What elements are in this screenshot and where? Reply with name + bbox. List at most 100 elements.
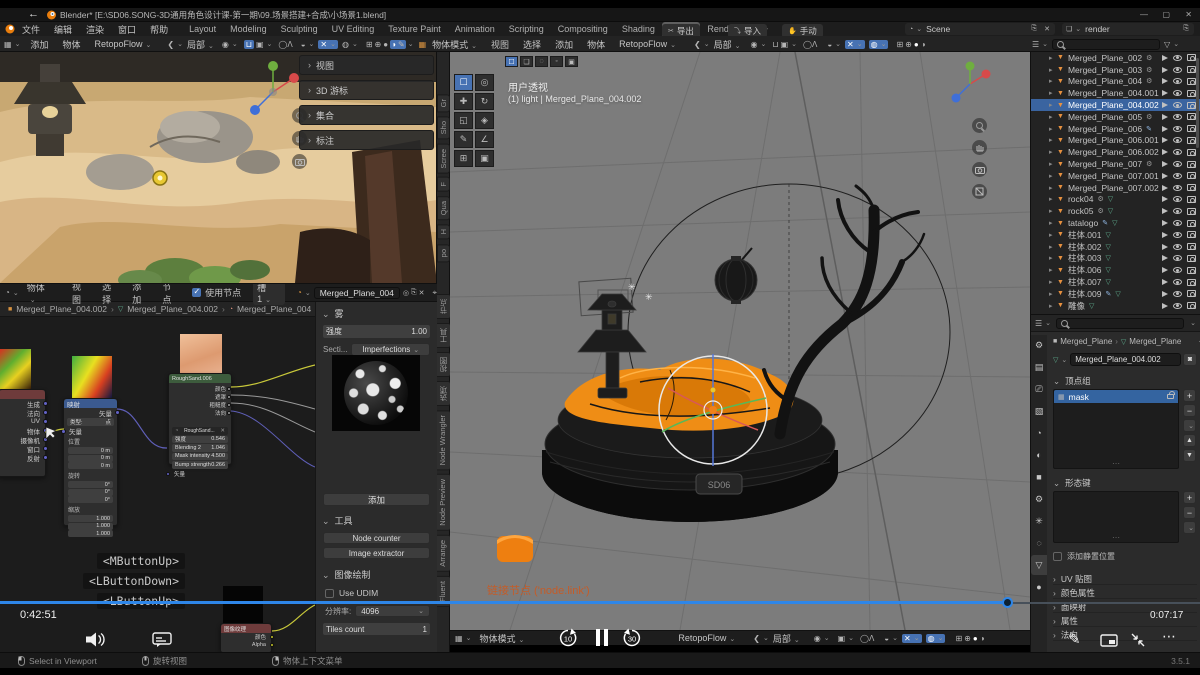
outliner-search-input[interactable] xyxy=(1052,39,1160,50)
main-3d-viewport[interactable]: ✳✳ SD06 xyxy=(450,52,1030,630)
window-maximize-button[interactable]: ▢ xyxy=(1162,10,1170,19)
material-name-field[interactable]: Merged_Plane_004 xyxy=(314,287,400,299)
shader-sidebar-tab[interactable]: 选项 xyxy=(436,381,451,406)
sidebar-section[interactable]: 视图 xyxy=(299,55,434,75)
mapping-type-dropdown[interactable]: 类型:点 xyxy=(67,418,114,426)
render-visibility-icon[interactable] xyxy=(1187,54,1196,61)
data-name-field[interactable]: Merged_Plane_004.002 xyxy=(1070,353,1181,366)
add-vertex-group-button[interactable]: + xyxy=(1183,389,1196,402)
retopoflow-menu[interactable]: RetopoFlow xyxy=(674,632,739,644)
blender-logo-icon[interactable] xyxy=(4,24,16,34)
expand-icon[interactable]: ▸ xyxy=(1049,302,1057,310)
annotate-tool[interactable]: ✎ xyxy=(454,131,473,148)
player-back-icon[interactable]: ← xyxy=(28,8,39,20)
add-shape-key-button[interactable]: + xyxy=(1183,491,1196,504)
selectable-icon[interactable] xyxy=(1162,279,1168,285)
expand-icon[interactable]: ▸ xyxy=(1049,266,1057,274)
skip-forward-icon[interactable]: 30 xyxy=(622,628,642,648)
overlays-toggle-icon[interactable]: ◍ xyxy=(342,40,358,49)
resize-handle[interactable]: ⋯ xyxy=(1112,459,1120,468)
resolution-dropdown[interactable]: 4096 xyxy=(355,605,430,617)
visibility-icon[interactable] xyxy=(1173,232,1182,238)
mapping-value-row[interactable]: 位置 xyxy=(64,436,117,447)
visibility-icon[interactable] xyxy=(1173,55,1182,61)
shader-type-dropdown[interactable]: 物体 xyxy=(23,283,56,305)
visibility-icon[interactable] xyxy=(1173,67,1182,73)
outliner-row[interactable]: ▸ ▼ Merged_Plane_003 ⚙ ✎ ▽ xyxy=(1031,64,1200,76)
node-input[interactable]: 矢量 xyxy=(64,427,117,436)
selectable-icon[interactable] xyxy=(1162,161,1168,167)
captions-icon[interactable] xyxy=(152,632,172,647)
shader-sidebar-tab[interactable]: Node Preview xyxy=(436,474,451,531)
selectable-icon[interactable] xyxy=(1162,208,1168,214)
outliner-row[interactable]: ▸ ▼ 柱体.002 ⚙ ✎ ▽ xyxy=(1031,241,1200,253)
outliner-row[interactable]: ▸ ▼ 柱体.001 ⚙ ✎ ▽ xyxy=(1031,229,1200,241)
outliner-row[interactable]: ▸ ▼ 柱体.003 ⚙ ✎ ▽ xyxy=(1031,253,1200,265)
mapping-value-row[interactable]: 0° xyxy=(68,489,113,496)
measure-tool[interactable]: ∠ xyxy=(475,131,494,148)
skip-back-icon[interactable]: 10 xyxy=(558,628,578,648)
shader-sidebar-tab[interactable]: 工具 xyxy=(436,323,451,348)
mode-dropdown[interactable]: 物体模式 xyxy=(475,631,528,646)
scene-selector[interactable]: ◔ Scene ⎘ ✕ xyxy=(905,23,1055,35)
image-extractor-button[interactable]: Image extractor xyxy=(323,547,430,559)
overlays-toggle-icon[interactable]: ◍ xyxy=(926,634,946,643)
outliner-row[interactable]: ▸ ▼ Merged_Plane_002 ⚙ ✎ ▽ xyxy=(1031,52,1200,64)
shader-sidebar-tab[interactable]: 视图 xyxy=(436,352,451,377)
render-visibility-icon[interactable] xyxy=(1187,208,1196,215)
outliner-scrollbar[interactable] xyxy=(1196,58,1199,148)
rest-position-checkbox[interactable] xyxy=(1053,552,1062,561)
render-visibility-icon[interactable] xyxy=(1187,149,1196,156)
render-visibility-icon[interactable] xyxy=(1187,161,1196,168)
transform-orientation-icon[interactable]: ❮ xyxy=(167,40,183,49)
selectable-icon[interactable] xyxy=(1162,196,1168,202)
shrink-icon[interactable] xyxy=(1130,632,1146,648)
mapping-value-row[interactable]: 0° xyxy=(68,481,113,488)
image-texture-node[interactable]: 图像纹理 颜色Alpha xyxy=(220,623,272,652)
selectable-icon[interactable] xyxy=(1162,78,1168,84)
expand-icon[interactable]: ▸ xyxy=(1049,231,1057,239)
volume-icon[interactable] xyxy=(84,631,106,648)
expand-icon[interactable]: ▸ xyxy=(1049,172,1057,180)
render-visibility-icon[interactable] xyxy=(1187,243,1196,250)
visibility-icon[interactable] xyxy=(1173,279,1182,285)
paint-mask-icon[interactable]: ◒ xyxy=(827,40,841,49)
expand-icon[interactable]: ▸ xyxy=(1049,125,1057,133)
shading-solid-icon[interactable]: ⊕ xyxy=(375,40,382,49)
selectable-icon[interactable] xyxy=(1162,232,1168,238)
render-visibility-icon[interactable] xyxy=(1187,255,1196,262)
outliner-filter-icon[interactable]: ▽ xyxy=(1164,40,1179,49)
use-udim-checkbox[interactable] xyxy=(325,589,334,598)
menu-item[interactable]: 窗口 xyxy=(114,22,140,37)
image-paint-section[interactable]: 图像绘制 xyxy=(322,568,437,581)
group-value-slider[interactable]: 强度0.546 xyxy=(172,436,228,444)
expand-icon[interactable]: ▸ xyxy=(1049,243,1057,251)
node-output[interactable]: Alpha xyxy=(221,641,271,649)
shader-sidebar-tab[interactable]: Arrange xyxy=(436,535,451,572)
properties-tab[interactable]: ◐ xyxy=(1031,445,1047,465)
shape-key-specials-button[interactable] xyxy=(1183,521,1196,534)
expand-icon[interactable]: ▸ xyxy=(1049,290,1057,298)
shader-menu-item[interactable]: 视图 xyxy=(68,283,92,307)
expand-icon[interactable]: ▸ xyxy=(1049,113,1057,121)
shield-icon[interactable]: ◙ xyxy=(1183,353,1197,366)
node-output[interactable]: 法向 xyxy=(204,409,233,417)
orientation-dropdown[interactable]: 局部 xyxy=(183,37,218,52)
outliner-row[interactable]: ▸ ▼ Merged_Plane_006.002 ⚙ ✎ ▽ xyxy=(1031,146,1200,158)
rotate-tool[interactable]: ↻ xyxy=(475,93,494,110)
mapping-value-row[interactable]: 0 m xyxy=(68,447,113,454)
selectable-icon[interactable] xyxy=(1162,267,1168,273)
selectable-icon[interactable] xyxy=(1162,220,1168,226)
pivot-point-icon[interactable]: ◉ xyxy=(814,634,830,643)
collapsed-section[interactable]: 颜色属性 xyxy=(1053,585,1197,599)
scale-tool[interactable]: ◱ xyxy=(454,112,473,129)
window-close-button[interactable]: ✕ xyxy=(1185,10,1192,19)
proportional-edit-icon[interactable]: ◯ xyxy=(860,634,869,643)
node-output[interactable]: 颜色 xyxy=(204,385,233,393)
visibility-icon[interactable] xyxy=(1173,196,1182,202)
add-menu[interactable]: 添加 xyxy=(26,37,52,52)
mapping-value-row[interactable]: 0 m xyxy=(68,462,113,469)
visibility-icon[interactable] xyxy=(1173,90,1182,96)
remove-shape-key-button[interactable]: − xyxy=(1183,506,1196,519)
copy-material-icon[interactable]: ⎘ xyxy=(411,289,417,297)
